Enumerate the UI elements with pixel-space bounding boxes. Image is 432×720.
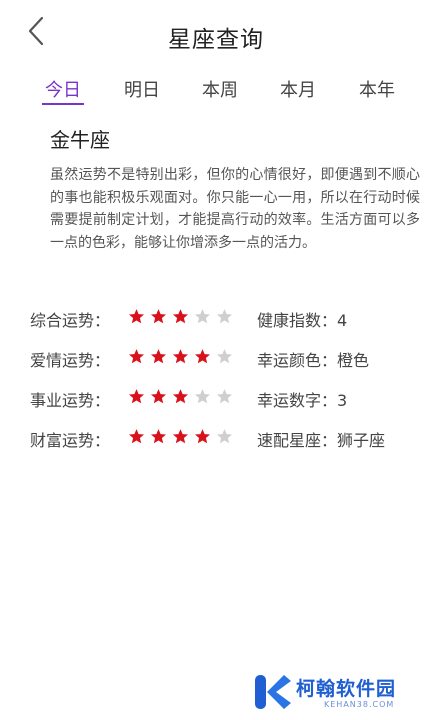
star-empty-icon bbox=[216, 388, 233, 405]
star-filled-icon bbox=[172, 308, 189, 325]
kehan-logo-icon bbox=[255, 675, 291, 709]
fortune-label: 事业运势： bbox=[30, 391, 111, 410]
site-watermark: 柯翰软件园 KEHAN38.COM bbox=[254, 670, 424, 716]
tab-label: 本月 bbox=[280, 80, 316, 101]
tab-this-year[interactable]: 本年 bbox=[347, 76, 407, 102]
star-filled-icon bbox=[172, 348, 189, 365]
star-empty-icon bbox=[216, 348, 233, 365]
fortune-row-career: 事业运势： 幸运数字：3 bbox=[0, 387, 432, 413]
tab-tomorrow[interactable]: 明日 bbox=[112, 76, 172, 102]
page-title: 星座查询 bbox=[168, 27, 264, 53]
active-tab-underline bbox=[42, 103, 84, 105]
star-empty-icon bbox=[194, 388, 211, 405]
fortune-row-love: 爱情运势： 幸运颜色：橙色 bbox=[0, 347, 432, 373]
tab-this-week[interactable]: 本周 bbox=[190, 76, 250, 102]
matching-sign: 速配星座：狮子座 bbox=[257, 431, 386, 450]
tab-this-month[interactable]: 本月 bbox=[268, 76, 328, 102]
fortune-row-overall: 综合运势： 健康指数：4 bbox=[0, 307, 432, 333]
app-header: 星座查询 bbox=[0, 0, 432, 70]
star-empty-icon bbox=[194, 308, 211, 325]
star-filled-icon bbox=[128, 388, 145, 405]
watermark-url: KEHAN38.COM bbox=[324, 700, 395, 709]
star-filled-icon bbox=[194, 348, 211, 365]
fortune-label: 财富运势： bbox=[30, 431, 111, 450]
star-filled-icon bbox=[172, 388, 189, 405]
tab-label: 本周 bbox=[202, 80, 238, 101]
fortune-label: 综合运势： bbox=[30, 311, 111, 330]
tab-label: 本年 bbox=[359, 80, 395, 101]
star-filled-icon bbox=[128, 348, 145, 365]
star-filled-icon bbox=[128, 308, 145, 325]
star-filled-icon bbox=[194, 428, 211, 445]
period-tabs: 今日 明日 本周 本月 本年 bbox=[0, 76, 432, 106]
star-filled-icon bbox=[150, 308, 167, 325]
fortune-label: 爱情运势： bbox=[30, 351, 111, 370]
tab-label: 明日 bbox=[124, 80, 160, 101]
watermark-text: 柯翰软件园 bbox=[296, 678, 397, 700]
lucky-color: 幸运颜色：橙色 bbox=[257, 351, 370, 370]
star-empty-icon bbox=[216, 308, 233, 325]
star-filled-icon bbox=[172, 428, 189, 445]
star-filled-icon bbox=[150, 428, 167, 445]
star-filled-icon bbox=[150, 348, 167, 365]
tab-label: 今日 bbox=[45, 80, 81, 101]
lucky-number: 幸运数字：3 bbox=[257, 391, 348, 410]
tab-today[interactable]: 今日 bbox=[33, 76, 93, 105]
fortune-row-wealth: 财富运势： 速配星座：狮子座 bbox=[0, 427, 432, 453]
star-filled-icon bbox=[150, 388, 167, 405]
star-filled-icon bbox=[128, 428, 145, 445]
star-empty-icon bbox=[216, 428, 233, 445]
health-index: 健康指数：4 bbox=[257, 311, 348, 330]
horoscope-description: 虽然运势不是特别出彩，但你的心情很好，即便遇到不顺心的事也能积极乐观面对。你只能… bbox=[50, 167, 420, 251]
zodiac-sign-name: 金牛座 bbox=[50, 128, 110, 152]
